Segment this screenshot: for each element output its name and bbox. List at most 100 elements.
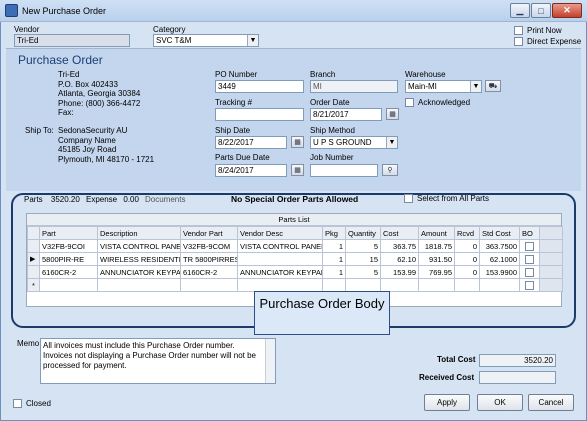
column-header[interactable]: Rcvd bbox=[454, 226, 480, 240]
cell-vendor-part[interactable]: TR 5800PIRRES bbox=[180, 252, 238, 266]
close-icon[interactable]: ✕ bbox=[552, 3, 582, 18]
direct-expense-checkbox[interactable] bbox=[514, 37, 523, 46]
ship-method-select[interactable]: U P S GROUND ▼ bbox=[310, 136, 398, 149]
job-number-field[interactable] bbox=[310, 164, 378, 177]
bo-checkbox[interactable] bbox=[525, 267, 534, 277]
select-all-checkbox[interactable] bbox=[404, 194, 413, 203]
column-header[interactable]: Vendor Part bbox=[180, 226, 238, 240]
cell-vendor-part[interactable] bbox=[180, 278, 238, 292]
column-header[interactable]: Std Cost bbox=[479, 226, 520, 240]
ok-button[interactable]: OK bbox=[477, 394, 523, 411]
cell-quantity[interactable]: 5 bbox=[345, 265, 381, 279]
column-header[interactable]: Pkg bbox=[322, 226, 346, 240]
column-header[interactable]: Quantity bbox=[345, 226, 381, 240]
minimize-icon[interactable]: ▁ bbox=[510, 3, 530, 18]
cell-description[interactable]: ANNUNCIATOR KEYPAD bbox=[97, 265, 181, 279]
cell-description[interactable] bbox=[97, 278, 181, 292]
cell-cost[interactable] bbox=[380, 278, 419, 292]
cell-rcvd[interactable]: 0 bbox=[454, 265, 480, 279]
category-select[interactable]: SVC T&M ▼ bbox=[153, 34, 259, 47]
cell-vendor-desc[interactable]: ANNUNCIATOR KEYPAD bbox=[237, 265, 323, 279]
chevron-down-icon[interactable]: ▼ bbox=[247, 35, 258, 46]
print-now-checkbox[interactable] bbox=[514, 26, 523, 35]
calendar-icon[interactable]: ▦ bbox=[291, 164, 304, 176]
scrollbar[interactable] bbox=[539, 278, 563, 292]
cell-quantity[interactable] bbox=[345, 278, 381, 292]
cell-vendor-part[interactable]: V32FB-9COM bbox=[180, 239, 238, 253]
cell-part[interactable] bbox=[39, 278, 98, 292]
scrollbar[interactable] bbox=[539, 265, 563, 279]
cell-part[interactable]: 5800PIR-RE bbox=[39, 252, 98, 266]
truck-icon[interactable]: ⛟ bbox=[485, 80, 501, 92]
cell-bo[interactable] bbox=[519, 252, 540, 266]
maximize-icon[interactable]: □ bbox=[531, 3, 551, 18]
parts-due-field[interactable]: 8/24/2017 bbox=[215, 164, 287, 177]
cell-amount[interactable]: 769.95 bbox=[418, 265, 455, 279]
cell-description[interactable]: WIRELESS RESIDENTIA bbox=[97, 252, 181, 266]
cell-std-cost[interactable]: 363.7500 bbox=[479, 239, 520, 253]
po-number-field[interactable]: 3449 bbox=[215, 80, 304, 93]
scrollbar[interactable] bbox=[265, 339, 275, 383]
bo-checkbox[interactable] bbox=[525, 280, 534, 290]
cell-std-cost[interactable] bbox=[479, 278, 520, 292]
table-row[interactable]: V32FB-9COI VISTA CONTROL PANEL V32FB-9CO… bbox=[27, 239, 563, 253]
cell-quantity[interactable]: 15 bbox=[345, 252, 381, 266]
warehouse-select[interactable]: Main-MI ▼ bbox=[405, 80, 482, 93]
closed-checkbox[interactable] bbox=[13, 399, 22, 408]
table-row[interactable]: 6160CR-2 ANNUNCIATOR KEYPAD 6160CR-2 ANN… bbox=[27, 265, 563, 279]
tab-documents[interactable]: Documents bbox=[145, 195, 185, 207]
row-selector[interactable] bbox=[27, 239, 40, 253]
column-header[interactable]: Part bbox=[39, 226, 98, 240]
cell-std-cost[interactable]: 153.9900 bbox=[479, 265, 520, 279]
cell-description[interactable]: VISTA CONTROL PANEL bbox=[97, 239, 181, 253]
cell-std-cost[interactable]: 62.1000 bbox=[479, 252, 520, 266]
cell-bo[interactable] bbox=[519, 278, 540, 292]
new-row-icon[interactable]: * bbox=[27, 278, 40, 292]
calendar-icon[interactable]: ▦ bbox=[386, 108, 399, 120]
cancel-button[interactable]: Cancel bbox=[528, 394, 574, 411]
cell-rcvd[interactable]: 0 bbox=[454, 252, 480, 266]
bo-checkbox[interactable] bbox=[525, 241, 534, 251]
cell-bo[interactable] bbox=[519, 239, 540, 253]
cell-pkg[interactable]: 1 bbox=[322, 239, 346, 253]
cell-vendor-desc[interactable] bbox=[237, 252, 323, 266]
cell-part[interactable]: V32FB-9COI bbox=[39, 239, 98, 253]
cell-amount[interactable] bbox=[418, 278, 455, 292]
tracking-field[interactable] bbox=[215, 108, 304, 121]
vendor-field[interactable]: Tri-Ed bbox=[14, 34, 130, 47]
cell-quantity[interactable]: 5 bbox=[345, 239, 381, 253]
table-row-new[interactable]: * bbox=[27, 278, 563, 292]
cell-part[interactable]: 6160CR-2 bbox=[39, 265, 98, 279]
chevron-down-icon[interactable]: ▼ bbox=[386, 137, 397, 148]
cell-bo[interactable] bbox=[519, 265, 540, 279]
scrollbar[interactable] bbox=[539, 239, 563, 253]
tab-expense[interactable]: Expense 0.00 bbox=[86, 195, 139, 207]
column-header[interactable]: Vendor Desc bbox=[237, 226, 323, 240]
cell-pkg[interactable] bbox=[322, 278, 346, 292]
scrollbar[interactable] bbox=[539, 226, 563, 240]
memo-textarea[interactable]: All invoices must include this Purchase … bbox=[40, 338, 276, 384]
cell-vendor-desc[interactable]: VISTA CONTROL PANEL bbox=[237, 239, 323, 253]
column-header[interactable]: Description bbox=[97, 226, 181, 240]
bo-checkbox[interactable] bbox=[525, 254, 534, 264]
row-selector[interactable] bbox=[27, 265, 40, 279]
cell-cost[interactable]: 153.99 bbox=[380, 265, 419, 279]
cell-amount[interactable]: 931.50 bbox=[418, 252, 455, 266]
ship-date-field[interactable]: 8/22/2017 bbox=[215, 136, 287, 149]
tab-parts[interactable]: Parts 3520.20 bbox=[24, 195, 80, 207]
branch-field[interactable]: MI bbox=[310, 80, 398, 93]
cell-pkg[interactable]: 1 bbox=[322, 265, 346, 279]
column-header[interactable]: Amount bbox=[418, 226, 455, 240]
cell-cost[interactable]: 62.10 bbox=[380, 252, 419, 266]
scrollbar[interactable] bbox=[539, 252, 563, 266]
binoculars-icon[interactable]: ⚲ bbox=[382, 164, 398, 176]
order-date-field[interactable]: 8/21/2017 bbox=[310, 108, 382, 121]
cell-amount[interactable]: 1818.75 bbox=[418, 239, 455, 253]
cell-vendor-desc[interactable] bbox=[237, 278, 323, 292]
column-header[interactable]: Cost bbox=[380, 226, 419, 240]
cell-pkg[interactable]: 1 bbox=[322, 252, 346, 266]
cell-rcvd[interactable]: 0 bbox=[454, 239, 480, 253]
current-row-icon[interactable]: ▶ bbox=[27, 252, 40, 266]
cell-rcvd[interactable] bbox=[454, 278, 480, 292]
cell-cost[interactable]: 363.75 bbox=[380, 239, 419, 253]
